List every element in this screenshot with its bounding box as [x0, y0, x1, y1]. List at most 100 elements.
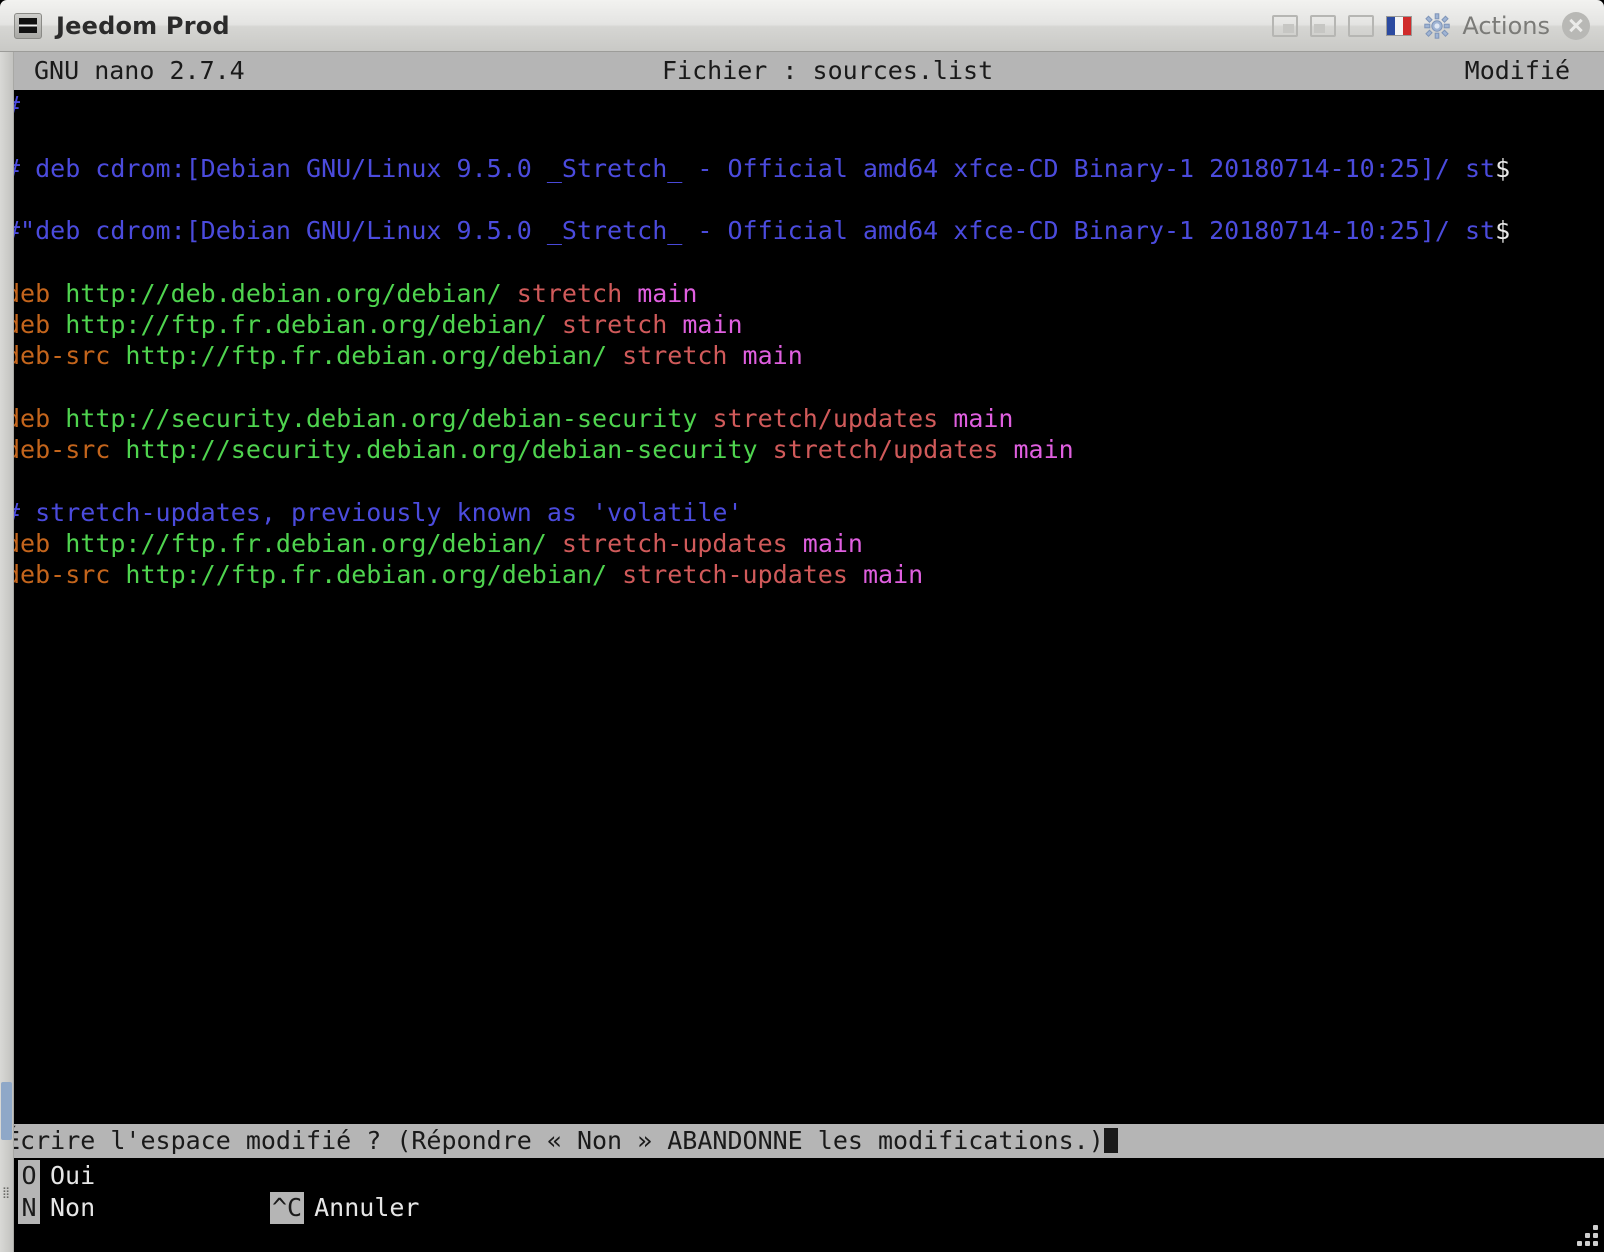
editor-line: #	[0, 90, 1604, 121]
editor-token: stretch-updates	[561, 529, 788, 559]
editor-token	[50, 310, 65, 339]
editor-token: stretch	[516, 278, 623, 308]
editor-token	[50, 404, 65, 433]
editor-token	[998, 435, 1013, 464]
editor-token	[788, 529, 803, 558]
editor-line: deb http://ftp.fr.debian.org/debian/ str…	[0, 309, 1604, 340]
editor-token: http://ftp.fr.debian.org/debian/	[65, 310, 547, 340]
editor-token	[938, 404, 953, 433]
nano-modified-flag: Modifié	[1464, 56, 1570, 85]
editor-token: main	[1013, 435, 1074, 465]
resize-grip-icon[interactable]	[1572, 1220, 1598, 1246]
editor-line: # deb cdrom:[Debian GNU/Linux 9.5.0 _Str…	[0, 153, 1604, 184]
editor-token	[667, 310, 682, 339]
editor-text-area[interactable]: # # deb cdrom:[Debian GNU/Linux 9.5.0 _S…	[0, 90, 1604, 1110]
editor-token	[607, 341, 622, 370]
french-flag-icon[interactable]	[1386, 15, 1413, 36]
window-scrollbar[interactable]: ⣿	[0, 52, 14, 1252]
editor-token	[110, 560, 125, 589]
editor-line: #"deb cdrom:[Debian GNU/Linux 9.5.0 _Str…	[0, 215, 1604, 246]
shortcut-menu: O Oui N Non ^C Annuler	[0, 1158, 1604, 1252]
nano-header-bar: GNU nano 2.7.4 Fichier : sources.list Mo…	[0, 52, 1604, 90]
terminal-icon	[14, 12, 42, 39]
editor-token: main	[862, 560, 924, 590]
editor-token: #"deb cdrom:[Debian GNU/Linux 9.5.0 _Str…	[5, 216, 1496, 246]
editor-line: deb http://ftp.fr.debian.org/debian/ str…	[0, 528, 1604, 559]
editor-token: $	[1495, 153, 1511, 183]
shortcut-key: N	[18, 1192, 40, 1224]
gear-icon[interactable]	[1424, 12, 1451, 39]
shade-window-icon[interactable]	[1272, 14, 1299, 37]
editor-token	[110, 435, 125, 464]
editor-token	[50, 529, 65, 558]
nano-filename: Fichier : sources.list	[662, 56, 994, 85]
editor-token	[697, 404, 712, 433]
editor-token: stretch	[561, 310, 668, 340]
save-prompt: Écrire l'espace modifié ? (Répondre « No…	[0, 1124, 1604, 1158]
editor-token	[622, 279, 637, 308]
editor-token: stretch/updates	[712, 403, 939, 433]
editor-token: http://security.debian.org/debian-securi…	[65, 403, 698, 433]
terminal-window: Jeedom Prod Actions GNU nano 2.7.4 Fichi…	[0, 0, 1604, 1252]
editor-token	[547, 310, 562, 339]
editor-token: http://ftp.fr.debian.org/debian/	[65, 529, 547, 559]
titlebar-left-group: Jeedom Prod	[0, 12, 230, 40]
editor-token: http://security.debian.org/debian-securi…	[125, 435, 758, 465]
scrollbar-thumb[interactable]	[1, 1082, 12, 1140]
editor-token: deb-src	[5, 560, 111, 590]
editor-token	[607, 560, 622, 589]
shortcut-item[interactable]: ^C Annuler	[270, 1192, 419, 1224]
editor-token	[110, 341, 125, 370]
editor-line: deb http://deb.debian.org/debian/ stretc…	[0, 278, 1604, 309]
minimize-window-icon[interactable]	[1310, 14, 1337, 37]
editor-line: deb-src http://ftp.fr.debian.org/debian/…	[0, 340, 1604, 371]
editor-token: stretch-updates	[622, 560, 848, 590]
editor-token: $	[1495, 216, 1511, 246]
editor-token: http://deb.debian.org/debian/	[65, 278, 502, 308]
editor-token: main	[742, 341, 803, 371]
nano-version: GNU nano 2.7.4	[34, 56, 245, 85]
shortcut-key: O	[18, 1160, 40, 1192]
editor-token	[547, 529, 562, 558]
editor-token: main	[953, 403, 1014, 433]
editor-token: stretch/updates	[772, 435, 999, 465]
editor-token: stretch	[622, 341, 728, 371]
actions-button[interactable]: Actions	[1462, 12, 1550, 40]
window-titlebar: Jeedom Prod Actions	[0, 0, 1604, 52]
editor-token: main	[637, 278, 698, 308]
shortcut-menu-row: O Oui	[0, 1160, 1604, 1192]
editor-token	[502, 279, 517, 308]
shortcut-label: Annuler	[314, 1193, 420, 1222]
text-cursor	[1103, 1128, 1118, 1153]
titlebar-right-group: Actions	[1272, 11, 1604, 40]
shortcut-key: ^C	[270, 1192, 305, 1224]
editor-token: deb-src	[5, 341, 111, 371]
editor-line: deb-src http://security.debian.org/debia…	[0, 434, 1604, 465]
editor-token: main	[682, 310, 743, 340]
shortcut-label: Non	[50, 1193, 96, 1222]
scrollbar-grip-icon: ⣿	[2, 1186, 11, 1199]
shortcut-menu-row: N Non ^C Annuler	[0, 1192, 1604, 1224]
editor-line: deb-src http://ftp.fr.debian.org/debian/…	[0, 559, 1604, 590]
shortcut-item[interactable]: O Oui	[18, 1160, 270, 1192]
editor-token: # deb cdrom:[Debian GNU/Linux 9.5.0 _Str…	[5, 153, 1496, 183]
editor-token	[848, 560, 863, 589]
editor-token: http://ftp.fr.debian.org/debian/	[125, 341, 608, 371]
save-prompt-text: Écrire l'espace modifié ? (Répondre « No…	[5, 1126, 1104, 1155]
editor-token: http://ftp.fr.debian.org/debian/	[125, 560, 608, 590]
editor-token: # stretch-updates, previously known as '…	[5, 497, 743, 527]
editor-token	[50, 279, 65, 308]
editor-line: # stretch-updates, previously known as '…	[0, 497, 1604, 528]
close-icon[interactable]	[1562, 11, 1590, 40]
shortcut-item[interactable]: N Non	[18, 1192, 270, 1224]
editor-token: deb-src	[5, 435, 111, 465]
maximize-window-icon[interactable]	[1348, 14, 1375, 37]
editor-line: deb http://security.debian.org/debian-se…	[0, 403, 1604, 434]
window-title: Jeedom Prod	[56, 11, 230, 40]
editor-token	[758, 435, 773, 464]
